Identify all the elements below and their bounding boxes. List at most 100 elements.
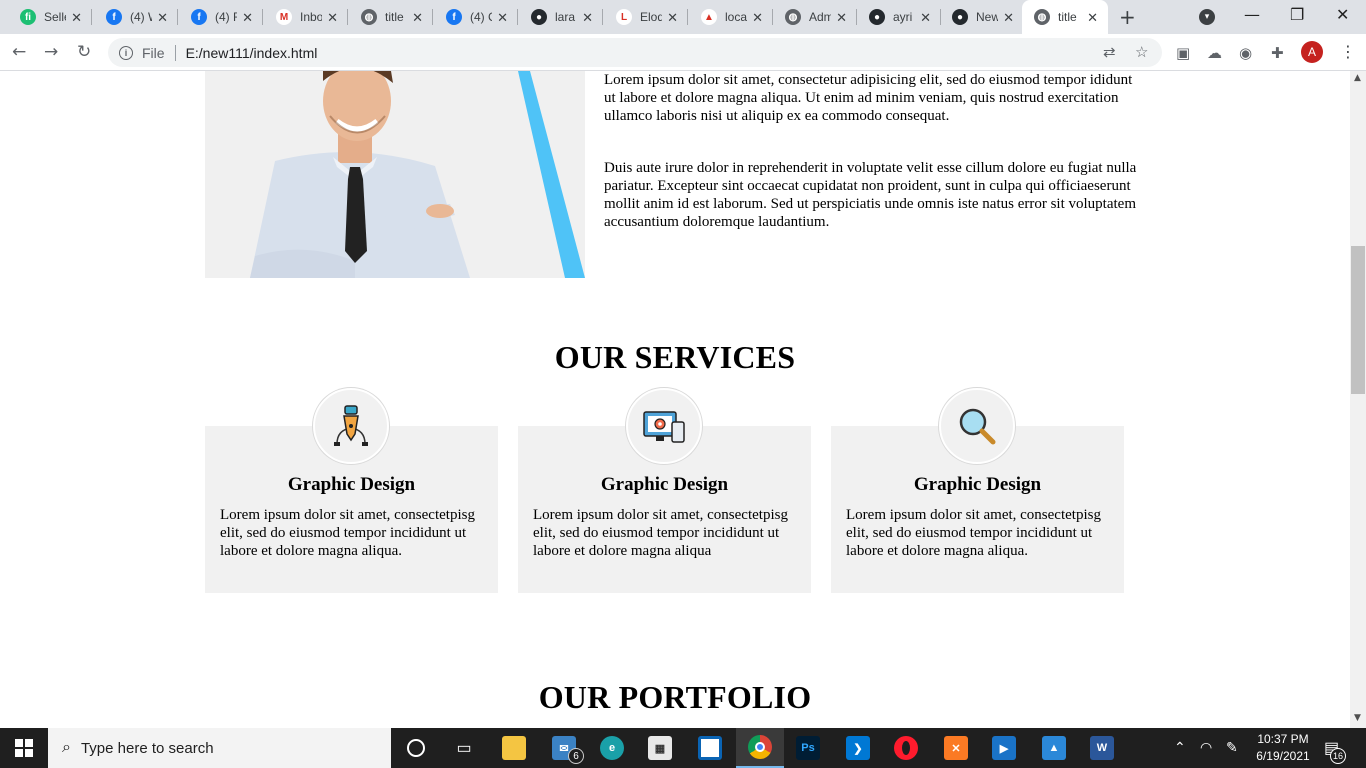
opera-icon[interactable]	[882, 728, 930, 768]
browser-tab[interactable]: f (4) W ✕	[94, 0, 178, 34]
close-tab-icon[interactable]: ✕	[920, 10, 931, 26]
browser-tab[interactable]: ◍ Adm ✕	[773, 0, 857, 34]
browser-tab[interactable]: M Inbo ✕	[264, 0, 348, 34]
close-tab-icon[interactable]: ✕	[242, 10, 253, 26]
puzzle-extensions-icon[interactable]: ✚	[1271, 44, 1284, 62]
new-tab-button[interactable]: +	[1119, 5, 1136, 29]
search-icon: ⌕	[62, 739, 71, 756]
browser-tab[interactable]: ● lara ✕	[519, 0, 603, 34]
tab-title: (4) W	[130, 10, 152, 24]
tab-separator	[177, 9, 178, 25]
pen-tool-icon	[313, 388, 389, 464]
businessman-illustration	[205, 71, 585, 278]
close-tab-icon[interactable]: ✕	[157, 10, 168, 26]
pen-workspace-icon[interactable]: ✎	[1226, 739, 1238, 756]
facebook-icon: f	[446, 9, 462, 25]
github-icon: ●	[531, 9, 547, 25]
service-card-text: Lorem ipsum dolor sit amet, consectetpis…	[533, 507, 788, 559]
close-window-icon[interactable]: ✕	[1336, 5, 1349, 24]
tab-title: Selle	[44, 10, 66, 24]
close-tab-icon[interactable]: ✕	[582, 10, 593, 26]
browser-tab[interactable]: ◍ title ✕	[349, 0, 433, 34]
close-tab-icon[interactable]: ✕	[497, 10, 508, 26]
close-tab-icon[interactable]: ✕	[1087, 10, 1098, 26]
forward-arrow-icon[interactable]: →	[44, 42, 58, 62]
pdf-extension-icon[interactable]: ▣	[1176, 44, 1190, 62]
network-icon[interactable]: ◠	[1200, 739, 1212, 756]
profile-avatar[interactable]: A	[1301, 41, 1323, 63]
portfolio-heading: OUR PORTFOLIO	[538, 679, 812, 715]
camera-extension-icon[interactable]: ◉	[1239, 44, 1252, 62]
reload-icon[interactable]: ↻	[77, 42, 91, 62]
back-arrow-icon[interactable]: ←	[12, 42, 26, 62]
site-info-icon[interactable]: i	[119, 45, 133, 60]
close-tab-icon[interactable]: ✕	[412, 10, 423, 26]
photoshop-icon[interactable]: Ps	[784, 728, 832, 768]
tab-title: New	[976, 10, 998, 24]
about-paragraph-2: Duis aute irure dolor in reprehenderit i…	[604, 160, 1137, 230]
cortana-icon[interactable]	[392, 728, 440, 768]
taskbar-search-box[interactable]: ⌕ Type here to search	[48, 728, 391, 768]
browser-tab[interactable]: ● ayri ✕	[857, 0, 941, 34]
browser-tab[interactable]: ▲ loca ✕	[689, 0, 773, 34]
vscode-icon[interactable]: ❯	[834, 728, 882, 768]
close-tab-icon[interactable]: ✕	[327, 10, 338, 26]
tab-title: (4) F	[215, 10, 237, 24]
browser-tab[interactable]: ● New ✕	[940, 0, 1024, 34]
scrollbar-thumb[interactable]	[1351, 246, 1365, 394]
clock-date: 6/19/2021	[1256, 749, 1310, 763]
task-view-icon[interactable]: ▭	[440, 728, 488, 768]
browser-tab[interactable]: f (4) C ✕	[434, 0, 518, 34]
tab-separator	[91, 9, 92, 25]
windows-start-icon[interactable]	[0, 728, 48, 768]
magnifier-icon	[939, 388, 1015, 464]
system-clock[interactable]: 10:37 PM 6/19/2021	[1250, 731, 1316, 765]
tab-separator	[262, 9, 263, 25]
close-tab-icon[interactable]: ✕	[836, 10, 847, 26]
page-scrollbar[interactable]: ▲ ▼	[1350, 71, 1366, 728]
file-explorer-icon[interactable]	[490, 728, 538, 768]
tab-strip: fi Selle ✕ f (4) W ✕ f (4) F ✕ M Inbo ✕ ◍ title ✕ f (4) …	[0, 0, 1366, 34]
close-tab-icon[interactable]: ✕	[667, 10, 678, 26]
photos-icon[interactable]: ▲	[1030, 728, 1078, 768]
tab-title: Eloq	[640, 10, 662, 24]
xampp-icon[interactable]: ✕	[932, 728, 980, 768]
tab-title: title	[1058, 10, 1077, 24]
tab-search-icon[interactable]: ▾	[1199, 9, 1215, 25]
close-tab-icon[interactable]: ✕	[752, 10, 763, 26]
word-icon[interactable]: W	[1078, 728, 1126, 768]
minimize-window-icon[interactable]: —	[1244, 5, 1260, 24]
show-hidden-icons-chevron-icon[interactable]: ⌃	[1174, 739, 1186, 756]
app-window-icon[interactable]	[686, 728, 734, 768]
service-card-title: Graphic Design	[287, 474, 416, 495]
service-card-text: Lorem ipsum dolor sit amet, consectetpis…	[846, 507, 1101, 559]
bookmark-star-icon[interactable]: ☆	[1135, 43, 1148, 61]
browser-tab[interactable]: L Eloq ✕	[604, 0, 688, 34]
url-text[interactable]: E:/new111/index.html	[186, 45, 318, 61]
store-icon[interactable]: ▦	[636, 728, 684, 768]
about-paragraph-1: Lorem ipsum dolor sit amet, consectetur …	[604, 72, 1133, 124]
close-tab-icon[interactable]: ✕	[1003, 10, 1014, 26]
globe-icon: ◍	[361, 9, 377, 25]
service-card: Graphic Design Lorem ipsum dolor sit ame…	[518, 388, 811, 593]
browser-tab[interactable]: ◍ title ✕	[1022, 0, 1108, 34]
edge-icon[interactable]: e	[588, 728, 636, 768]
cloud-extension-icon[interactable]: ☁	[1207, 44, 1222, 62]
close-tab-icon[interactable]: ✕	[71, 10, 82, 26]
github-icon: ●	[952, 9, 968, 25]
restore-window-icon[interactable]: ❐	[1290, 5, 1304, 24]
browser-tab[interactable]: f (4) F ✕	[179, 0, 263, 34]
menu-kebab-icon[interactable]: ⋮	[1340, 42, 1356, 61]
translate-icon[interactable]: ⇄	[1103, 43, 1116, 61]
chrome-icon[interactable]	[736, 728, 784, 768]
service-card-title: Graphic Design	[913, 474, 1042, 495]
scroll-up-arrow-icon[interactable]: ▲	[1354, 73, 1361, 83]
tab-separator	[347, 9, 348, 25]
gmail-icon: M	[276, 9, 292, 25]
scroll-down-arrow-icon[interactable]: ▼	[1354, 713, 1361, 723]
address-bar[interactable]: i File E:/new111/index.html ⇄ ☆	[108, 38, 1162, 67]
browser-tab[interactable]: fi Selle ✕	[8, 0, 92, 34]
media-player-icon[interactable]: ▶	[980, 728, 1028, 768]
services-heading: OUR SERVICES	[554, 339, 796, 375]
clock-time: 10:37 PM	[1257, 732, 1309, 746]
